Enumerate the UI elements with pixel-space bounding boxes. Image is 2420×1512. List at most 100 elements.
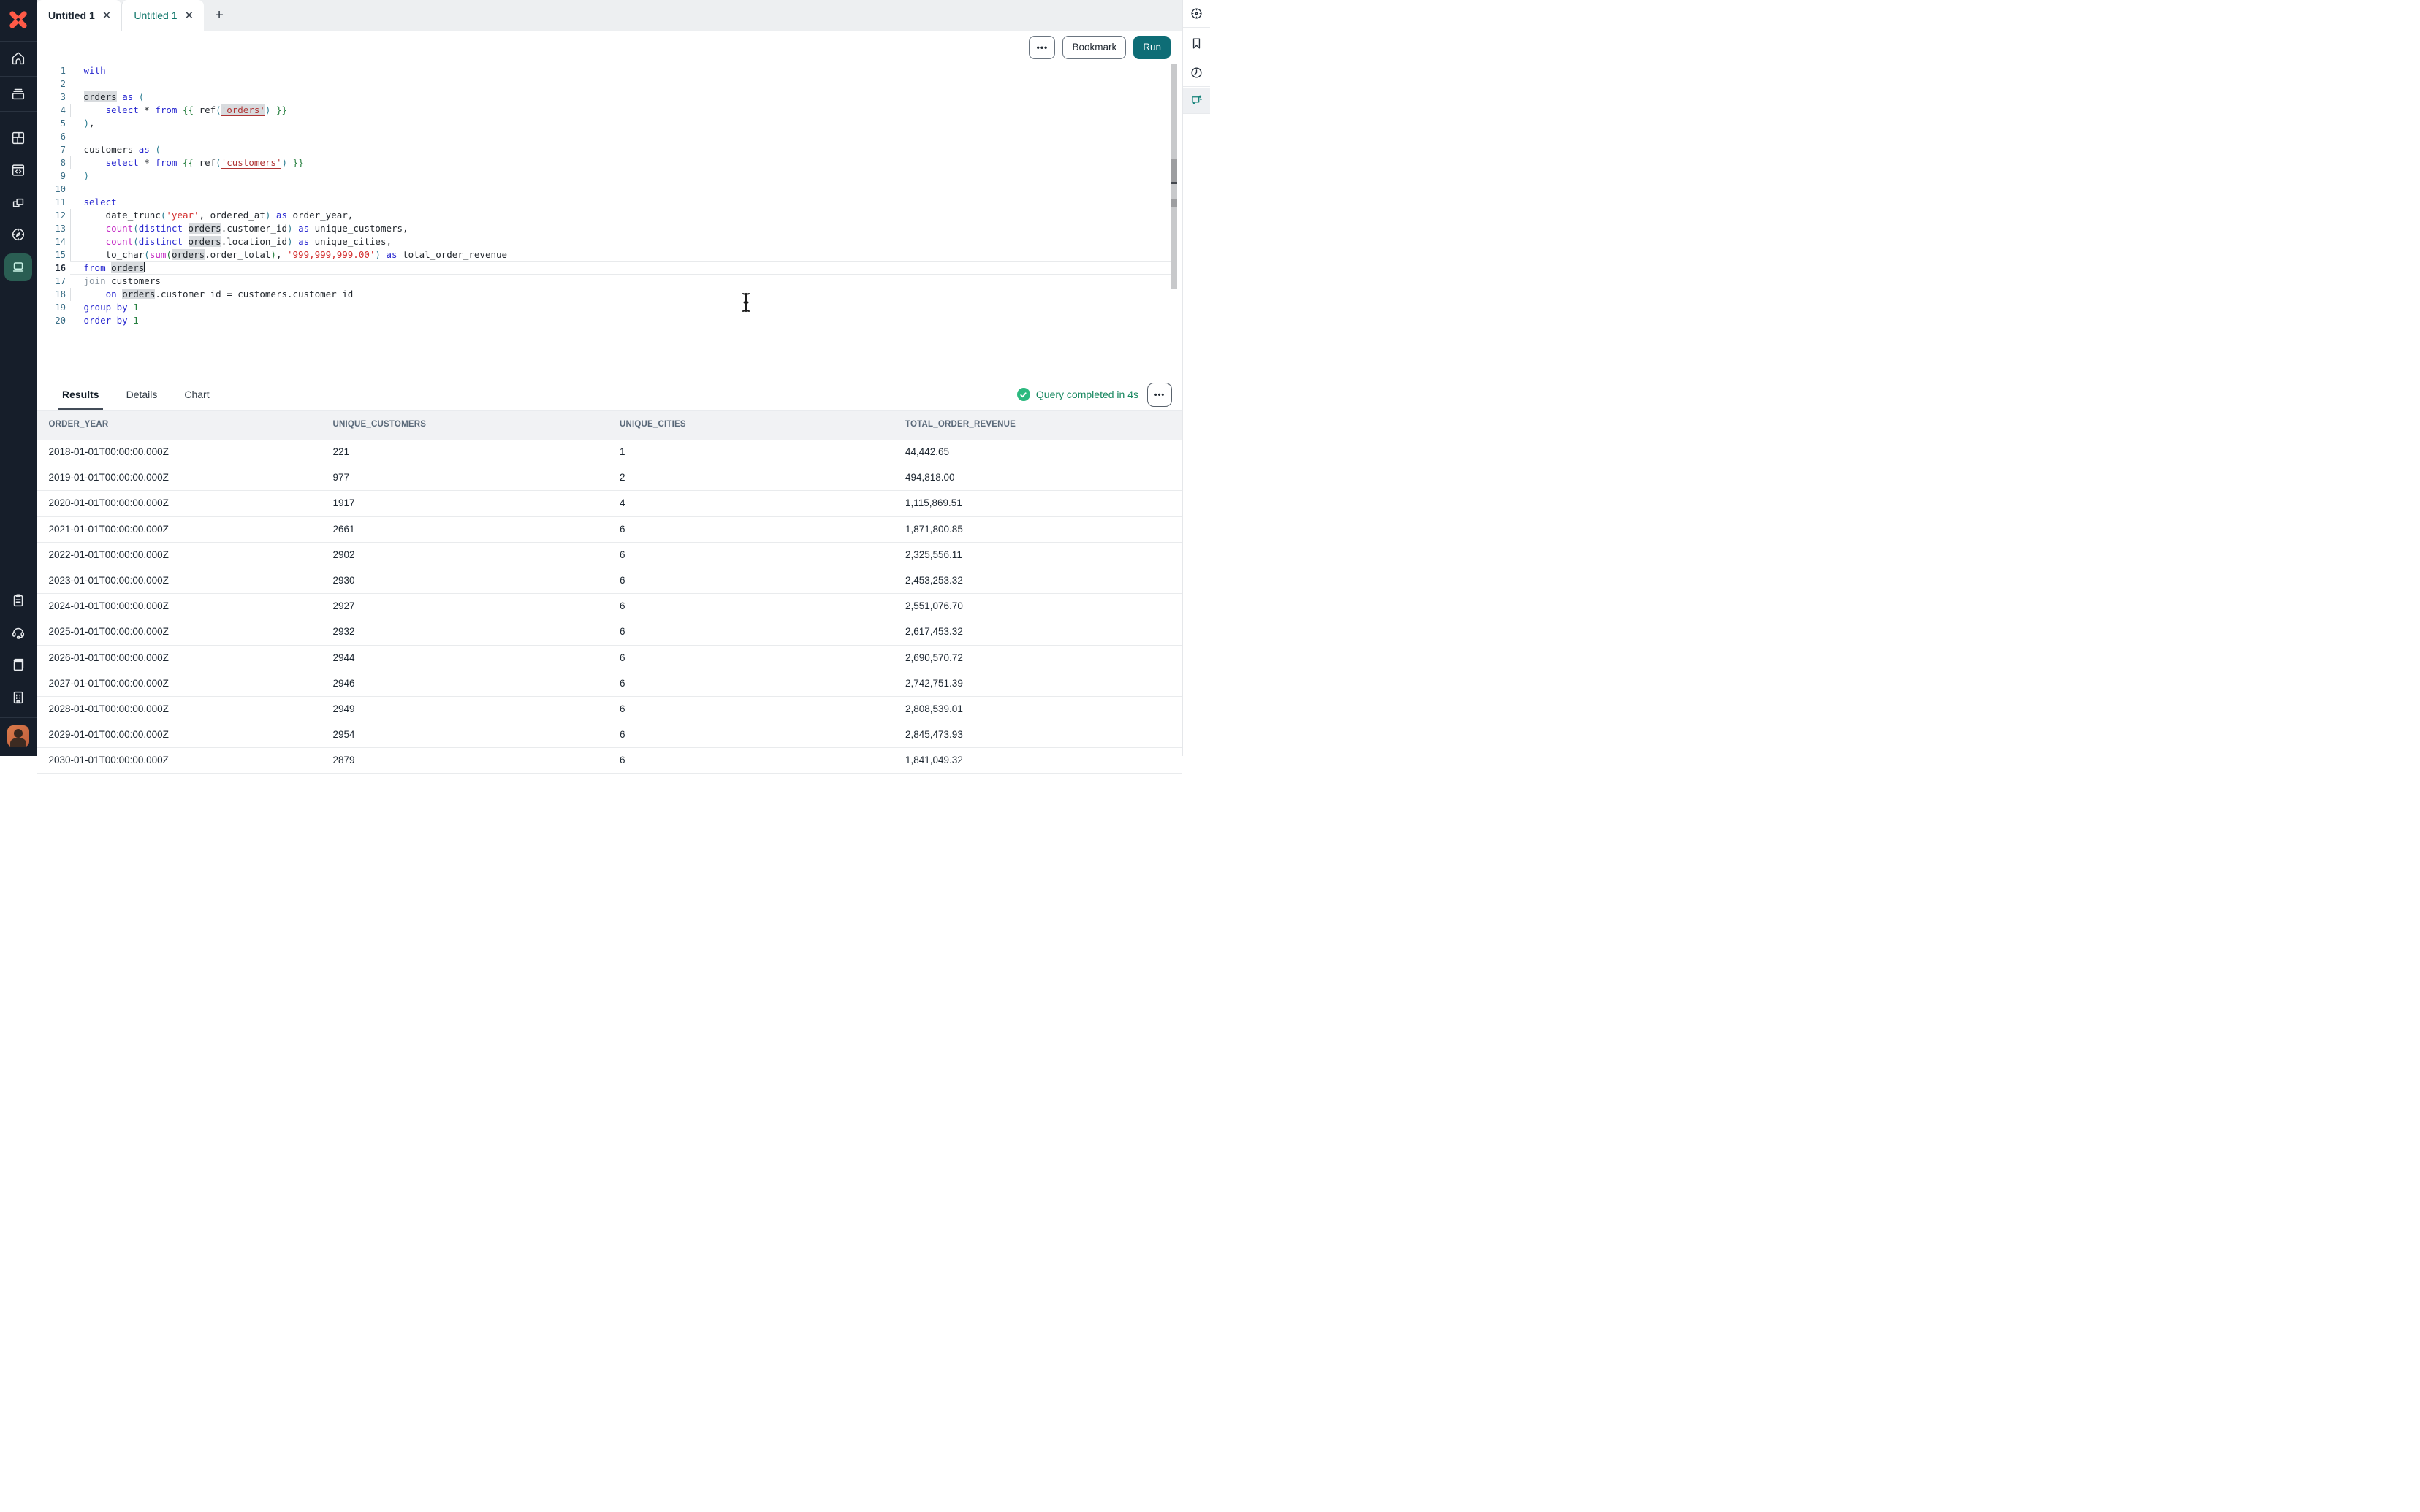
close-icon[interactable]: ✕: [185, 10, 194, 21]
table-cell[interactable]: 2,690,570.72: [905, 652, 963, 663]
code-line[interactable]: select * from {{ ref('orders') }}: [37, 104, 1172, 117]
table-cell[interactable]: 1,841,049.32: [905, 755, 963, 765]
code-line[interactable]: order by 1: [37, 314, 1172, 327]
table-cell[interactable]: 2030-01-01T00:00:00.000Z: [49, 755, 169, 765]
table-cell[interactable]: 2028-01-01T00:00:00.000Z: [49, 703, 169, 714]
table-row[interactable]: 2026-01-01T00:00:00.000Z 2944 6 2,690,570.7…: [37, 646, 1182, 671]
tab-results[interactable]: Results: [62, 389, 99, 400]
new-tab-button[interactable]: +: [204, 0, 235, 31]
code-line[interactable]: ): [37, 169, 1172, 183]
sidebar-item-tasks[interactable]: [8, 590, 28, 611]
code-line[interactable]: select * from {{ ref('customers') }}: [37, 156, 1172, 169]
table-cell[interactable]: 2020-01-01T00:00:00.000Z: [49, 497, 169, 508]
table-cell[interactable]: 1,115,869.51: [905, 497, 962, 508]
table-row[interactable]: 2025-01-01T00:00:00.000Z293262,617,453.3…: [37, 619, 1182, 645]
table-cell[interactable]: 2026-01-01T00:00:00.000Z: [49, 652, 169, 663]
tab-untitled-2[interactable]: Untitled 1 ✕: [121, 0, 204, 31]
table-cell[interactable]: 6: [620, 755, 625, 765]
table-row[interactable]: 2021-01-01T00:00:00.000Z266161,871,800.8…: [37, 517, 1182, 543]
code-line[interactable]: date_trunc('year', ordered_at) as order_…: [37, 209, 1172, 222]
code-line[interactable]: ),: [37, 117, 1172, 130]
table-cell[interactable]: 2022-01-01T00:00:00.000Z: [49, 549, 169, 560]
table-cell[interactable]: 2,453,253.32: [905, 575, 963, 586]
table-cell[interactable]: 4: [620, 497, 625, 508]
sql-code-editor[interactable]: 1234567891011121314151617181920 withorde…: [37, 64, 1182, 378]
table-row[interactable]: 2022-01-01T00:00:00.000Z 2902 6 2,325,556.1…: [37, 543, 1182, 568]
table-cell[interactable]: 1917: [333, 497, 355, 508]
table-cell[interactable]: 2902: [333, 549, 355, 560]
code-line[interactable]: with: [37, 64, 1172, 77]
code-line[interactable]: group by 1: [37, 301, 1172, 314]
table-cell[interactable]: 2,845,473.93: [905, 729, 963, 740]
table-cell[interactable]: 2024-01-01T00:00:00.000Z: [49, 600, 169, 611]
table-cell[interactable]: 2946: [333, 678, 355, 689]
table-cell[interactable]: 2029-01-01T00:00:00.000Z: [49, 729, 169, 740]
tab-chart[interactable]: Chart: [184, 389, 209, 400]
table-cell[interactable]: 6: [620, 549, 625, 560]
bookmark-button[interactable]: Bookmark: [1062, 36, 1126, 59]
table-cell[interactable]: 2879: [333, 755, 355, 765]
table-cell[interactable]: 2932: [333, 626, 355, 637]
table-cell[interactable]: 2025-01-01T00:00:00.000Z: [49, 626, 169, 637]
sidebar-item-dashboards[interactable]: [8, 128, 28, 148]
table-cell[interactable]: 2944: [333, 652, 355, 663]
sidebar-item-studio-ide-active[interactable]: [4, 253, 32, 281]
sidebar-item-explore[interactable]: [8, 224, 28, 245]
table-cell[interactable]: 2954: [333, 729, 355, 740]
table-cell[interactable]: 2023-01-01T00:00:00.000Z: [49, 575, 169, 586]
table-cell[interactable]: 2949: [333, 703, 355, 714]
table-cell[interactable]: 6: [620, 626, 625, 637]
table-row[interactable]: 2030-01-01T00:00:00.000Z 2879 6 1,841,049.3…: [37, 748, 1182, 774]
code-line[interactable]: [37, 130, 1172, 143]
editor-scrollbar-thumb[interactable]: [1171, 159, 1177, 184]
sidebar-item-organization[interactable]: [8, 687, 28, 708]
table-cell[interactable]: 2: [620, 472, 625, 483]
history-clock-icon[interactable]: [1183, 59, 1210, 87]
code-line[interactable]: join customers: [37, 275, 1172, 288]
table-cell[interactable]: 2930: [333, 575, 355, 586]
table-row[interactable]: 2019-01-01T00:00:00.000Z 977 2 494,818.00: [37, 465, 1182, 491]
code-lines[interactable]: with orders as ( select * from {{ ref('or…: [37, 64, 1172, 327]
code-line[interactable]: count(distinct orders.location_id) as un…: [37, 235, 1172, 248]
table-row[interactable]: 2027-01-01T00:00:00.000Z 2946 6 2,742,751.3…: [37, 671, 1182, 697]
table-cell[interactable]: 221: [333, 446, 350, 457]
sidebar-item-home[interactable]: [8, 48, 28, 69]
table-cell[interactable]: 2021-01-01T00:00:00.000Z: [49, 524, 169, 535]
sidebar-item-docs[interactable]: [8, 654, 28, 675]
table-row[interactable]: 2029-01-01T00:00:00.000Z 2954 6 2,845,473.9…: [37, 722, 1182, 748]
table-cell[interactable]: 2,551,076.70: [905, 600, 963, 611]
code-line[interactable]: on orders.customer_id = customers.custom…: [37, 288, 1172, 301]
table-cell[interactable]: 494,818.00: [905, 472, 955, 483]
tab-untitled-1[interactable]: Untitled 1 ✕: [37, 0, 121, 31]
results-more-button[interactable]: •••: [1147, 383, 1172, 407]
table-cell[interactable]: 6: [620, 600, 625, 611]
code-line[interactable]: count(distinct orders.customer_id) as un…: [37, 222, 1172, 235]
table-cell[interactable]: 1: [620, 446, 625, 457]
sidebar-item-code-editor[interactable]: [8, 160, 28, 180]
table-cell[interactable]: 6: [620, 703, 625, 714]
table-cell[interactable]: 6: [620, 678, 625, 689]
table-row[interactable]: 2018-01-01T00:00:00.000Z 221 1 44,442.65: [37, 440, 1182, 465]
sidebar-item-archive[interactable]: [8, 83, 28, 104]
table-cell[interactable]: 6: [620, 729, 625, 740]
table-cell[interactable]: 44,442.65: [905, 446, 949, 457]
code-line[interactable]: to_char(sum(orders.order_total), '999,99…: [37, 248, 1172, 261]
table-cell[interactable]: 2,808,539.01: [905, 703, 963, 714]
table-cell[interactable]: 2019-01-01T00:00:00.000Z: [49, 472, 169, 483]
explore-compass-icon[interactable]: [1183, 0, 1210, 28]
table-cell[interactable]: 2,742,751.39: [905, 678, 963, 689]
tab-details[interactable]: Details: [126, 389, 158, 400]
table-cell[interactable]: 2927: [333, 600, 355, 611]
table-cell[interactable]: 2018-01-01T00:00:00.000Z: [49, 446, 169, 457]
bookmark-icon[interactable]: [1183, 28, 1210, 58]
table-cell[interactable]: 2027-01-01T00:00:00.000Z: [49, 678, 169, 689]
sidebar-item-windows[interactable]: [8, 194, 28, 214]
code-line[interactable]: orders as (: [37, 91, 1172, 104]
more-options-button[interactable]: •••: [1029, 36, 1055, 59]
code-line[interactable]: select: [37, 196, 1172, 209]
table-cell[interactable]: 977: [333, 472, 350, 483]
sidebar-item-support[interactable]: [8, 622, 28, 643]
table-cell[interactable]: 2,325,556.11: [905, 549, 962, 560]
table-cell[interactable]: 6: [620, 652, 625, 663]
table-row[interactable]: 2028-01-01T00:00:00.000Z 2949 6 2,808,539.0…: [37, 697, 1182, 722]
